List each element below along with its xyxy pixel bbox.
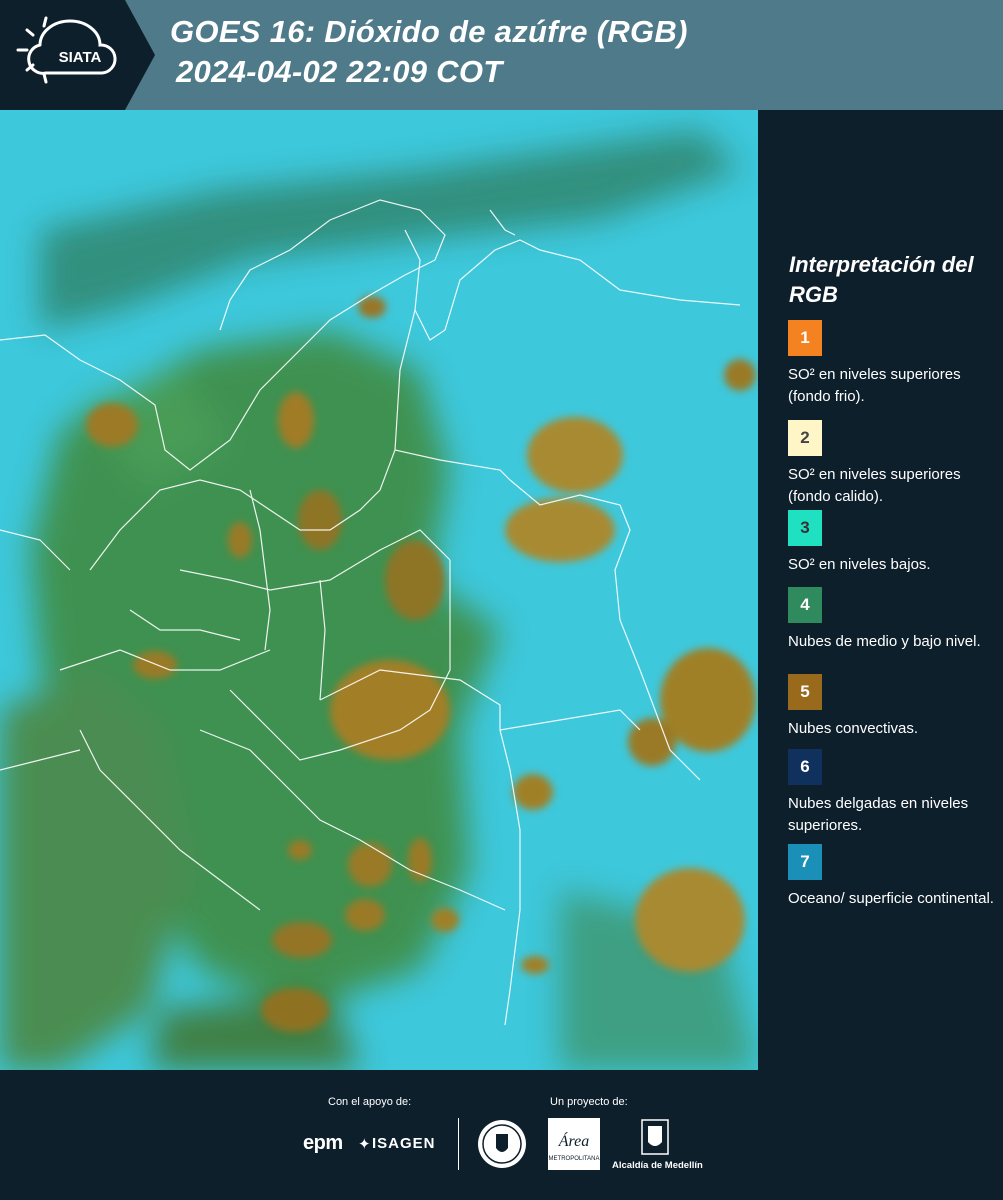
legend-item-2: 2 SO² en niveles superiores (fondo calido… [788, 420, 998, 508]
footer-divider [458, 1118, 459, 1170]
siata-logo: SIATA [0, 0, 155, 110]
timestamp: 2024-04-02 22:09 COT [176, 54, 503, 89]
epm-logo: epm [303, 1132, 343, 1154]
medellin-seal-icon [478, 1120, 526, 1168]
legend-item-5: 5 Nubes convectivas. [788, 674, 998, 740]
isagen-logo: ISAGEN [372, 1135, 436, 1152]
legend-item-6: 6 Nubes delgadas en niveles superiores. [788, 749, 998, 837]
legend-label: Oceano/ superficie continental. [788, 890, 994, 907]
legend-label: Nubes convectivas. [788, 720, 919, 737]
project-label: Un proyecto de: [550, 1096, 628, 1108]
area-logo-subtext: METROPOLITANA [549, 1156, 600, 1162]
legend-swatch: 4 [788, 587, 822, 623]
siata-logo-text: SIATA [59, 49, 102, 66]
legend-item-1: 1 SO² en niveles superiores (fondo frio). [788, 320, 998, 408]
satellite-map [0, 110, 758, 1070]
legend-swatch: 5 [788, 674, 822, 710]
isagen-icon: ✦ [358, 1136, 371, 1153]
legend-title: Interpretación del RGB [789, 252, 974, 307]
legend-label: Nubes delgadas en niveles superiores. [788, 795, 969, 834]
legend-label: SO² en niveles bajos. [788, 556, 931, 573]
legend-item-4: 4 Nubes de medio y bajo nivel. [788, 587, 998, 653]
legend-label: SO² en niveles superiores (fondo calido)… [788, 466, 961, 505]
legend-swatch: 1 [788, 320, 822, 356]
area-logo-text: Área [558, 1131, 590, 1150]
legend-label: SO² en niveles superiores (fondo frio). [788, 366, 961, 405]
legend-swatch: 3 [788, 510, 822, 546]
legend-label: Nubes de medio y bajo nivel. [788, 633, 981, 650]
alcaldia-label: Alcaldía de Medellín [612, 1160, 703, 1171]
legend-swatch: 6 [788, 749, 822, 785]
alcaldia-shield-icon [641, 1119, 669, 1155]
footer: Con el apoyo de: Un proyecto de: epm ✦ I… [0, 1070, 1003, 1200]
legend-panel: Interpretación del RGB 1 SO² en niveles s… [758, 110, 1003, 1070]
legend-item-7: 7 Oceano/ superficie continental. [788, 844, 998, 910]
legend-item-3: 3 SO² en niveles bajos. [788, 510, 998, 576]
area-metropolitana-logo: Área METROPOLITANA [548, 1118, 600, 1170]
header-bar: SIATA GOES 16: Dióxido de azúfre (RGB) 2… [0, 0, 1003, 110]
support-label: Con el apoyo de: [328, 1096, 412, 1108]
legend-swatch: 2 [788, 420, 822, 456]
legend-swatch: 7 [788, 844, 822, 880]
page-title: GOES 16: Dióxido de azúfre (RGB) [170, 14, 688, 49]
